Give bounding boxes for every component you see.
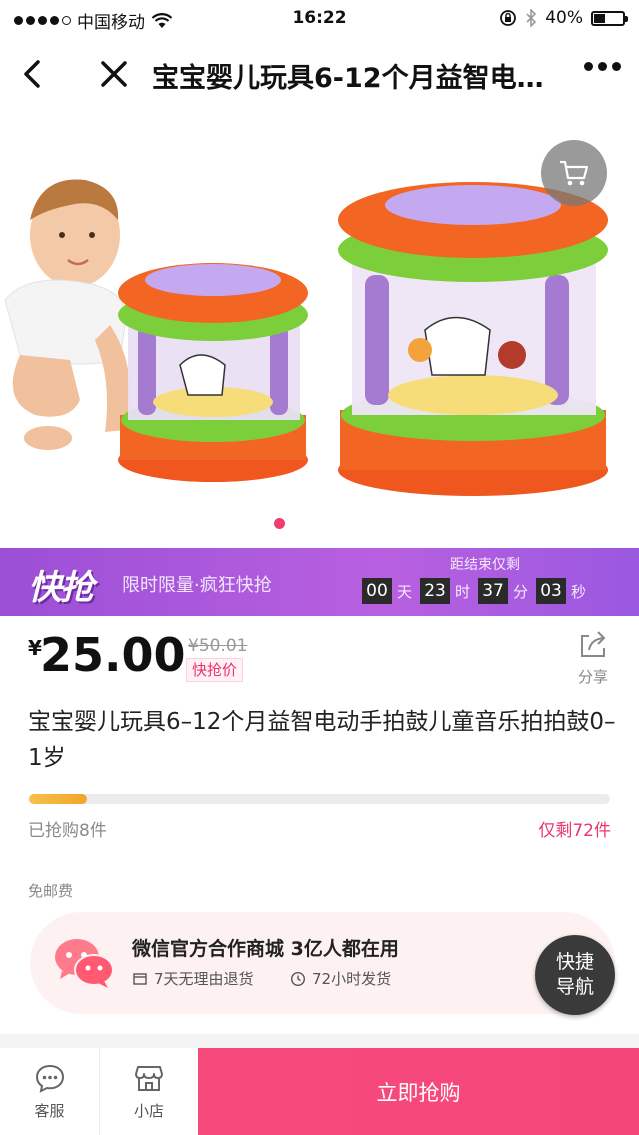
share-label: 分享 [577, 668, 608, 686]
quick-nav-line1: 快捷 [555, 951, 594, 973]
status-bar: 中国移动 16:22 40% [0, 0, 639, 38]
return-policy-text: 7天无理由退货 [154, 970, 254, 988]
status-right: 40% [499, 8, 628, 28]
back-icon[interactable] [16, 54, 50, 94]
stock-progress-fill [29, 794, 88, 804]
storefront-icon [135, 1066, 163, 1091]
shipping-promise: 72小时发货 [290, 968, 391, 989]
battery-icon [591, 10, 628, 26]
clock-icon [290, 971, 306, 986]
customer-service-label: 客服 [34, 1102, 65, 1120]
section-divider [0, 1034, 639, 1048]
baby-illustration [4, 179, 130, 450]
shop-button[interactable]: 小店 [100, 1048, 198, 1135]
quick-nav-line2: 导航 [555, 976, 594, 998]
flash-sale-slogan: 限时限量·疯狂快抢 [122, 575, 272, 596]
close-icon[interactable] [96, 55, 132, 93]
original-price: ¥50.01 [188, 636, 248, 656]
wechat-card-title: 微信官方合作商城 3亿人都在用 [132, 938, 399, 960]
remaining-count: 仅剩72件 [538, 821, 611, 841]
bluetooth-icon [526, 9, 537, 27]
buy-now-button[interactable]: 立即抢购 [198, 1048, 639, 1135]
countdown-minutes: 37 [478, 578, 509, 604]
quick-nav-button[interactable]: 快捷 导航 [535, 935, 615, 1015]
page-title: 宝宝婴儿玩具6-12个月益智电动手拍鼓儿童音乐拍拍鼓0-1岁 [152, 63, 552, 94]
chat-bubble-icon [35, 1064, 64, 1093]
return-policy: 7天无理由退货 [132, 968, 254, 989]
carousel-indicator [274, 518, 285, 529]
countdown-days: 00 [362, 578, 392, 604]
cart-button[interactable] [541, 140, 607, 206]
wechat-promo-card [30, 912, 615, 1014]
bottom-action-bar: 客服 小店 立即抢购 [0, 1048, 639, 1135]
flash-price-badge: 快抢价 [186, 658, 244, 682]
customer-service-button[interactable]: 客服 [0, 1048, 100, 1135]
current-price: 25.00 [40, 628, 186, 682]
countdown-minutes-unit: 分 [513, 582, 529, 601]
countdown-label: 距结束仅剩 [450, 557, 520, 573]
orientation-lock-icon [500, 10, 517, 26]
flash-sale-banner: 快抢 限时限量·疯狂快抢 距结束仅剩 00 天 23 时 37 分 03 秒 [0, 548, 639, 616]
flash-sale-logo: 快抢 [28, 568, 94, 608]
big-drum [338, 182, 608, 496]
countdown-hours: 23 [420, 578, 451, 604]
wechat-icon [55, 939, 114, 988]
shipping-info: 免邮费 [28, 882, 74, 900]
shop-label: 小店 [133, 1102, 164, 1120]
share-icon [581, 631, 605, 657]
cart-icon [560, 160, 589, 186]
countdown-hours-unit: 时 [455, 582, 471, 601]
countdown-seconds-unit: 秒 [571, 582, 587, 601]
stock-progress-bar [29, 794, 610, 804]
small-drum [118, 263, 308, 482]
countdown-seconds: 03 [536, 578, 567, 604]
sold-count: 已抢购8件 [28, 821, 107, 841]
battery-percent: 40% [545, 8, 583, 28]
countdown-days-unit: 天 [397, 582, 413, 601]
nav-bar: 宝宝婴儿玩具6-12个月益智电动手拍鼓儿童音乐拍拍鼓0-1岁 [0, 38, 639, 110]
more-icon[interactable] [584, 62, 621, 71]
share-button[interactable]: 分享 [570, 628, 616, 687]
shipping-promise-text: 72小时发货 [312, 970, 392, 988]
product-title: 宝宝婴儿玩具6–12个月益智电动手拍鼓儿童音乐拍拍鼓0–1岁 [28, 709, 616, 771]
return-icon [133, 972, 147, 985]
countdown-timer: 00 天 23 时 37 分 03 秒 [362, 578, 589, 604]
